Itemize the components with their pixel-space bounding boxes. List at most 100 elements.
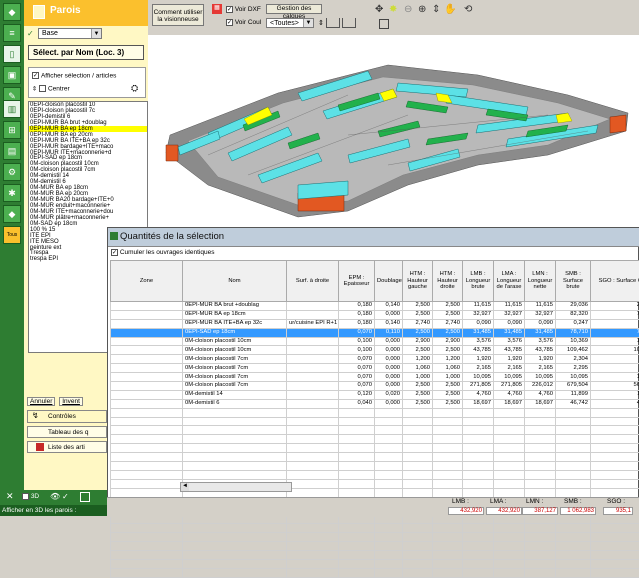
settings-tool-icon[interactable]: ✱ (3, 184, 21, 202)
page-tool-icon[interactable]: ▯ (3, 45, 21, 63)
empty-cell (433, 559, 463, 568)
select-by-name-button[interactable]: Sélect. par Nom (Loc. 3) (28, 45, 144, 60)
quantities-titlebar[interactable]: Quantités de la sélection (108, 228, 639, 247)
table-row[interactable]: 0M-demistil 140,1200,0202,5002,5004,7604… (111, 390, 639, 399)
table-row[interactable]: 0EPI-MUR BA ITE+BA ep 32cur/cuisine EPI … (111, 319, 639, 328)
centrer-checkbox[interactable]: ⇕ Centrer (32, 85, 70, 92)
table-row[interactable]: 0M-cloison placostil 7cm0,0700,0001,2001… (111, 355, 639, 364)
column-header[interactable]: Nom (183, 261, 287, 302)
ruler-icon[interactable] (326, 18, 340, 28)
empty-cell (525, 426, 556, 435)
table-row[interactable]: 0M-demistil 60,0400,0002,5002,50018,6971… (111, 399, 639, 408)
comment-utiliser-button[interactable]: Comment utiliser la visionneuse (152, 4, 204, 26)
column-header[interactable]: HTM : Hauteur droite (433, 261, 463, 302)
table-cell: 31,485 (494, 328, 525, 337)
table-cell (287, 390, 339, 399)
empty-cell (111, 417, 183, 426)
voir-dxf-checkbox[interactable]: ✓ Voir DXF (226, 6, 261, 13)
sun-icon[interactable]: ✸ (389, 4, 397, 15)
eye-icon[interactable]: 👁 (50, 492, 60, 501)
status-text: Afficher en 3D les parois : (0, 507, 76, 514)
ruler2-icon[interactable] (342, 18, 356, 28)
column-header[interactable]: Doublage (375, 261, 403, 302)
empty-cell (463, 524, 494, 533)
table-row[interactable]: 0M-cloison placostil 7cm0,0700,0002,5002… (111, 382, 639, 391)
hand-icon[interactable]: ✋ (444, 4, 456, 15)
base-combo[interactable]: Base▼ (38, 28, 102, 39)
pointer-tool-icon[interactable]: ◆ (3, 3, 21, 21)
table-row[interactable]: 0M-cloison placostil 7cm0,0700,0001,0601… (111, 364, 639, 373)
afficher-selection-checkbox[interactable]: ✓ Afficher sélection / articles (32, 72, 116, 79)
tableau-button[interactable]: Tableau des q (27, 426, 107, 438)
table-row[interactable]: 0M-cloison placostil 10cm0,1000,0002,900… (111, 337, 639, 346)
empty-cell (287, 453, 339, 462)
table-row[interactable]: 0EPI-MUR BA ep 18cm0,1800,0002,5002,5003… (111, 310, 639, 319)
empty-cell (111, 550, 183, 559)
horizontal-scrollbar[interactable]: ◄ (180, 482, 292, 492)
cumuler-checkbox[interactable]: ✓ Cumuler les ouvrages identiques (111, 249, 214, 256)
box-icon[interactable] (379, 19, 389, 29)
box-icon[interactable] (80, 492, 90, 502)
column-header[interactable]: Surf. à droite (287, 261, 339, 302)
annuler-button[interactable]: Annuler (27, 397, 55, 406)
3d-viewport[interactable] (148, 35, 639, 227)
table-cell: 0,020 (375, 390, 403, 399)
empty-cell (183, 408, 287, 417)
red-marker-icon[interactable]: ◆ (3, 205, 21, 223)
wall-tool-icon[interactable]: ▥ (3, 100, 21, 118)
table-cell: 1,060 (403, 364, 433, 373)
empty-cell (111, 462, 183, 471)
empty-cell (375, 453, 403, 462)
liste-articles-button[interactable]: Liste des arti (27, 441, 107, 453)
table-cell (287, 337, 339, 346)
close-icon[interactable]: ✕ (6, 491, 14, 502)
column-header[interactable]: LMA : Longueur de l'arase (494, 261, 525, 302)
inventaire-button[interactable]: Invent (59, 397, 83, 406)
column-header[interactable]: HTM : Hauteur gauche (403, 261, 433, 302)
column-header[interactable]: Zone (111, 261, 183, 302)
column-header[interactable]: SGO : Surface G (591, 261, 639, 302)
mode-3d-checkbox[interactable]: ✓ 3D (22, 493, 39, 500)
column-header[interactable]: SMB : Surface brute (556, 261, 591, 302)
table-cell (287, 364, 339, 373)
table-row[interactable]: 0M-cloison placostil 7cm0,0700,0001,0001… (111, 373, 639, 382)
empty-cell (556, 542, 591, 551)
empty-cell (556, 453, 591, 462)
gear-tool-icon[interactable]: ⚙ (3, 163, 21, 181)
table-cell: 11,615 (525, 302, 556, 311)
column-header[interactable]: EPM : Epaisseur (339, 261, 375, 302)
column-header[interactable]: LMB : Longueur brute (463, 261, 494, 302)
updown-icon[interactable]: ⇕ (432, 4, 440, 15)
zoom-icon[interactable]: ⊕ (418, 4, 426, 15)
scroll-left-icon[interactable]: ◄ (181, 483, 189, 491)
table-cell (287, 310, 339, 319)
table-cell: 0,040 (339, 399, 375, 408)
table-cell: 2,500 (433, 328, 463, 337)
beam-tool-icon[interactable]: ▤ (3, 142, 21, 160)
gestion-calques-button[interactable]: Gestion des calques (266, 4, 322, 14)
empty-cell (433, 488, 463, 497)
zoom-out-icon[interactable]: ⊖ (404, 4, 412, 15)
binoculars-icon[interactable]: ⛭ (131, 83, 138, 94)
table-cell: 1,200 (433, 355, 463, 364)
toutes-combo[interactable]: <Toutes>▼ (266, 18, 314, 28)
controles-button[interactable]: ↯ Contrôles (27, 410, 107, 423)
column-tool-icon[interactable]: ⊞ (3, 121, 21, 139)
tous-button[interactable]: Tous (3, 226, 21, 244)
window-tool-icon[interactable]: ▣ (3, 66, 21, 84)
empty-cell (403, 470, 433, 479)
table-row[interactable]: 0EPI-SAD ep 18cm0,0700,1102,5002,50031,4… (111, 328, 639, 337)
voir-coul-checkbox[interactable]: ✓ Voir Coul (226, 19, 261, 26)
arrow-icon[interactable]: ✓ (62, 492, 69, 501)
layers-tool-icon[interactable]: ≡ (3, 24, 21, 42)
column-header[interactable]: LMN : Longueur nette (525, 261, 556, 302)
table-row[interactable]: 0EPI-MUR BA brut +doublag0,1800,1402,500… (111, 302, 639, 311)
empty-cell (591, 408, 639, 417)
move-icon[interactable]: ✥ (375, 4, 383, 15)
spin-arrows-icon[interactable]: ⇕ (318, 19, 324, 27)
voir-coul-label: Voir Coul (235, 19, 261, 26)
table-cell: 2,500 (403, 399, 433, 408)
table-row[interactable]: 0M-cloison placostil 10cm0,1000,0002,500… (111, 346, 639, 355)
orbit-icon[interactable]: ⟲ (464, 4, 472, 15)
table-cell: 0,070 (339, 382, 375, 391)
